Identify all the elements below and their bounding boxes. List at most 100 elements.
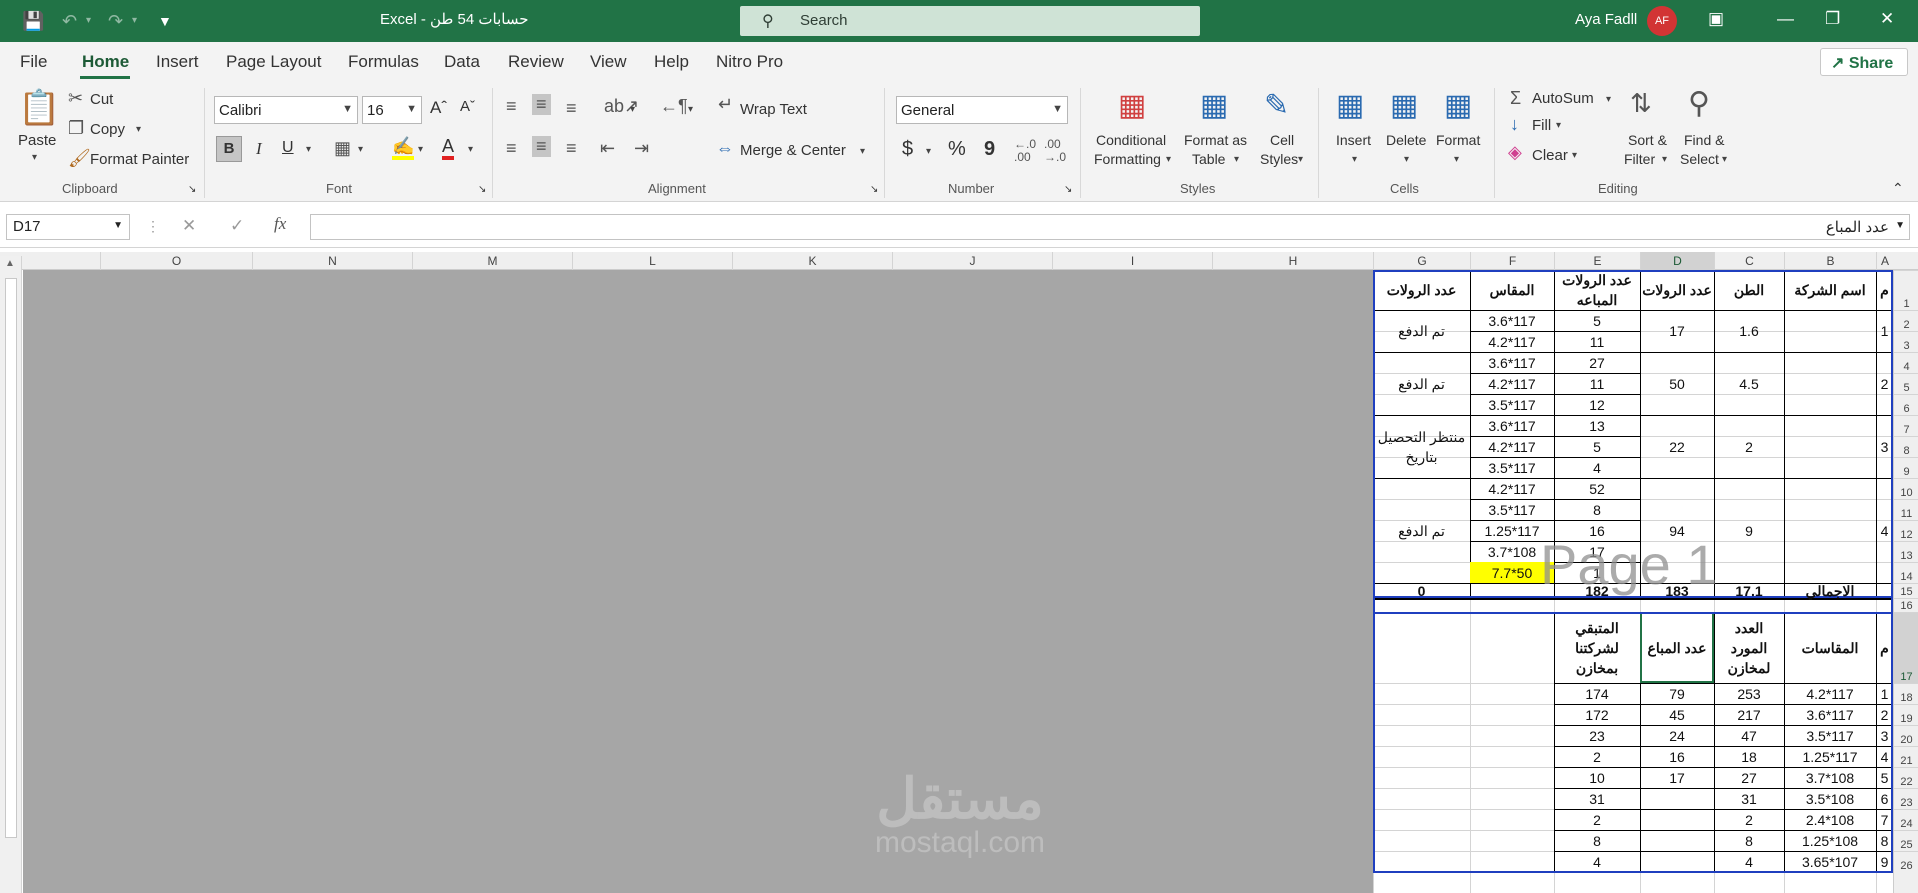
align-top-icon[interactable]: ≡: [506, 96, 517, 117]
column-header-b[interactable]: B: [1784, 252, 1876, 270]
chevron-down-icon[interactable]: ▾: [1352, 154, 1357, 165]
underline-dropdown-icon[interactable]: ▾: [306, 144, 311, 155]
merge-center-icon[interactable]: ⇔: [716, 138, 734, 159]
item-size[interactable]: 117*4.2: [1470, 436, 1554, 457]
t2-index[interactable]: 2: [1876, 704, 1893, 725]
item-sold[interactable]: 11: [1554, 373, 1640, 394]
header-g-rolls[interactable]: عدد الرولات: [1373, 270, 1470, 310]
scroll-thumb[interactable]: [5, 278, 17, 838]
column-header-d[interactable]: D: [1640, 252, 1714, 270]
autosum-icon[interactable]: Σ: [1510, 88, 1521, 109]
t2-remaining[interactable]: 174: [1554, 683, 1640, 704]
vertical-scrollbar[interactable]: ▲: [0, 256, 22, 893]
column-header-c[interactable]: C: [1714, 252, 1784, 270]
format-cells-button[interactable]: Format: [1436, 132, 1480, 148]
customize-qat-icon[interactable]: ▼: [158, 10, 172, 32]
row-header-1[interactable]: 1: [1894, 270, 1918, 310]
t2-sold[interactable]: 17: [1640, 767, 1714, 788]
cancel-icon[interactable]: ✕: [182, 216, 196, 236]
chevron-down-icon[interactable]: ▾: [1404, 154, 1409, 165]
t2-size[interactable]: 117*3.6: [1784, 704, 1876, 725]
t2-sold[interactable]: [1640, 830, 1714, 851]
group-rolls[interactable]: 17: [1640, 310, 1714, 352]
t2-remaining[interactable]: 4: [1554, 851, 1640, 872]
conditional-formatting-button[interactable]: Conditional: [1096, 132, 1166, 148]
column-header-k[interactable]: K: [732, 252, 892, 270]
fill-color-icon[interactable]: ✍: [392, 136, 415, 160]
t2-index[interactable]: 5: [1876, 767, 1893, 788]
borders-icon[interactable]: ▦: [334, 138, 351, 159]
header-index[interactable]: م: [1876, 270, 1893, 310]
format-as-table-icon[interactable]: ▦: [1200, 88, 1228, 123]
group-index[interactable]: 2: [1876, 352, 1893, 415]
t2-index[interactable]: 3: [1876, 725, 1893, 746]
t2-supplied[interactable]: 27: [1714, 767, 1784, 788]
collapse-ribbon-icon[interactable]: ⌃: [1892, 180, 1904, 197]
row-header-5[interactable]: 5: [1894, 373, 1918, 394]
row-header-23[interactable]: 23: [1894, 788, 1918, 809]
row-header-21[interactable]: 21: [1894, 746, 1918, 767]
conditional-formatting-icon[interactable]: ▦: [1118, 88, 1146, 123]
row-header-16[interactable]: 16: [1894, 598, 1918, 612]
t2-header-supplied[interactable]: العدد المورد لمخازن: [1714, 612, 1784, 683]
currency-button[interactable]: $: [902, 138, 913, 161]
t2-size[interactable]: 117*3.5: [1784, 725, 1876, 746]
chevron-down-icon[interactable]: ▾: [1234, 154, 1239, 165]
decrease-indent-icon[interactable]: ⇤: [600, 138, 615, 159]
clear-dropdown-icon[interactable]: ▾: [1572, 150, 1577, 161]
align-right-icon[interactable]: ≡: [566, 138, 577, 159]
column-header-n[interactable]: N: [252, 252, 412, 270]
t2-size[interactable]: 107*3.65: [1784, 851, 1876, 872]
t2-sold[interactable]: [1640, 788, 1714, 809]
t2-sold[interactable]: [1640, 809, 1714, 830]
row-header-15[interactable]: 15: [1894, 583, 1918, 598]
column-header-i[interactable]: I: [1052, 252, 1212, 270]
t2-size[interactable]: 117*1.25: [1784, 746, 1876, 767]
item-sold[interactable]: 13: [1554, 415, 1640, 436]
autosum-button[interactable]: AutoSum: [1532, 90, 1594, 107]
name-box[interactable]: D17 ▼: [6, 214, 130, 240]
row-header-10[interactable]: 10: [1894, 478, 1918, 499]
group-index[interactable]: 1: [1876, 310, 1893, 352]
copy-icon[interactable]: ❐: [68, 118, 84, 139]
t2-remaining[interactable]: 23: [1554, 725, 1640, 746]
header-rolls[interactable]: عدد الرولات: [1640, 270, 1714, 310]
font-color-icon[interactable]: A: [442, 136, 455, 160]
decrease-decimal-icon[interactable]: .00 →.0: [1044, 138, 1066, 164]
cut-button[interactable]: Cut: [90, 91, 113, 108]
tab-review[interactable]: Review: [508, 52, 564, 72]
t2-supplied[interactable]: 8: [1714, 830, 1784, 851]
avatar[interactable]: AF: [1647, 6, 1677, 36]
tab-page-layout[interactable]: Page Layout: [226, 52, 321, 72]
minimize-icon[interactable]: —: [1777, 9, 1794, 29]
undo-icon[interactable]: ↶: [62, 10, 77, 32]
group-ton[interactable]: 4.5: [1714, 352, 1784, 415]
bold-button[interactable]: B: [216, 136, 242, 162]
t2-supplied[interactable]: 217: [1714, 704, 1784, 725]
number-launcher-icon[interactable]: ↘: [1064, 184, 1072, 195]
row-header-14[interactable]: 14: [1894, 562, 1918, 583]
row-header-2[interactable]: 2: [1894, 310, 1918, 331]
tab-formulas[interactable]: Formulas: [348, 52, 419, 72]
cell-styles-icon[interactable]: ✎: [1264, 88, 1289, 123]
increase-font-icon[interactable]: Aˆ: [430, 98, 447, 118]
row-header-7[interactable]: 7: [1894, 415, 1918, 436]
item-sold[interactable]: 11: [1554, 331, 1640, 352]
paste-icon[interactable]: 📋: [18, 88, 60, 128]
t2-remaining[interactable]: 8: [1554, 830, 1640, 851]
t2-supplied[interactable]: 2: [1714, 809, 1784, 830]
borders-dropdown-icon[interactable]: ▾: [358, 144, 363, 155]
close-icon[interactable]: ✕: [1880, 9, 1894, 29]
scroll-up-icon[interactable]: ▲: [5, 258, 15, 269]
fill-icon[interactable]: ↓: [1510, 114, 1519, 135]
row-header-24[interactable]: 24: [1894, 809, 1918, 830]
increase-decimal-icon[interactable]: ←.0.00: [1014, 138, 1036, 164]
copy-dropdown-icon[interactable]: ▾: [136, 124, 141, 135]
header-sold-rolls[interactable]: عدد الرولات المباعه: [1554, 270, 1640, 310]
row-header-4[interactable]: 4: [1894, 352, 1918, 373]
tab-help[interactable]: Help: [654, 52, 689, 72]
item-sold[interactable]: 5: [1554, 436, 1640, 457]
group-index[interactable]: 3: [1876, 415, 1893, 478]
column-header-a[interactable]: A: [1876, 252, 1893, 270]
item-size[interactable]: 117*3.5: [1470, 394, 1554, 415]
